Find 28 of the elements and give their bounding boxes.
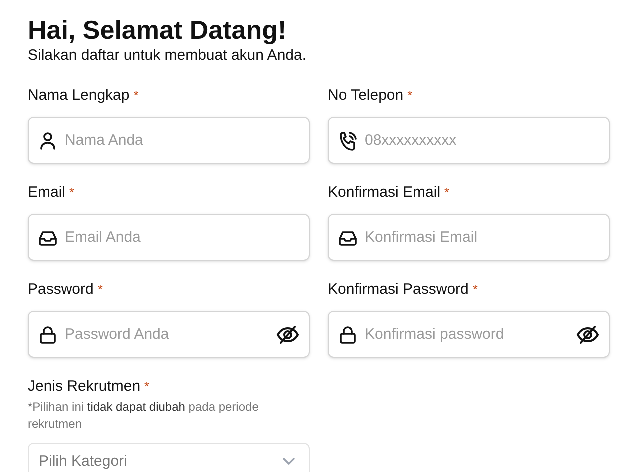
- required-mark: *: [472, 281, 478, 299]
- field-label: Nama Lengkap: [28, 86, 130, 106]
- field-label: Konfirmasi Email: [328, 183, 441, 203]
- input-field[interactable]: Konfirmasi Email: [328, 214, 610, 261]
- password-field[interactable]: Konfirmasi password: [328, 311, 610, 358]
- required-mark: *: [98, 281, 103, 299]
- required-mark: *: [70, 184, 75, 202]
- phone-icon: [338, 130, 358, 150]
- field-label: No Telepon: [328, 86, 404, 106]
- page-title: Hai, Selamat Datang!: [28, 14, 287, 46]
- required-mark: *: [134, 87, 139, 105]
- password-field[interactable]: Password Anda: [28, 311, 310, 358]
- field-label: Email: [28, 183, 66, 203]
- required-mark: *: [408, 87, 413, 105]
- person-icon: [38, 130, 58, 150]
- required-mark: *: [444, 184, 450, 202]
- subtitle: Silakan daftar untuk membuat akun Anda.: [28, 46, 307, 66]
- lock-icon: [338, 324, 358, 344]
- field-hint: *Pilihan ini tidak dapat diubah pada periode rekrutmen: [28, 399, 260, 433]
- required-mark: *: [144, 378, 150, 396]
- field-label: Password: [28, 280, 94, 300]
- input-field[interactable]: Email Anda: [28, 214, 310, 261]
- input-field[interactable]: 08xxxxxxxxxx: [328, 117, 610, 164]
- field-label: Konfirmasi Password: [328, 280, 469, 300]
- field-label: Jenis Rekrutmen: [28, 377, 141, 397]
- category-dropdown[interactable]: Pilih Kategori: [28, 443, 310, 472]
- lock-icon: [38, 324, 58, 344]
- input-field[interactable]: Nama Anda: [28, 117, 310, 164]
